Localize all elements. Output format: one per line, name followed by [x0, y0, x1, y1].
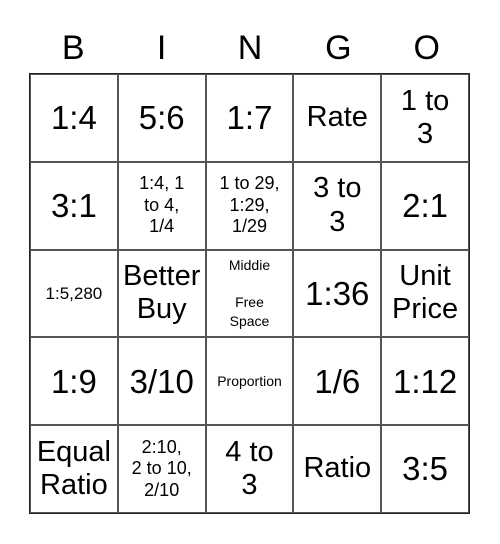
bingo-cell[interactable]: 1:12: [381, 337, 469, 426]
bingo-cell[interactable]: Ratio: [293, 425, 382, 513]
bingo-cell[interactable]: 5:6: [117, 74, 206, 162]
free-space-cell[interactable]: Middie Free Space: [205, 249, 294, 338]
bingo-cell[interactable]: 3:5: [381, 425, 469, 513]
bingo-cell[interactable]: 4 to 3: [205, 425, 294, 513]
bingo-header: B I N G O: [29, 26, 471, 70]
bingo-cell[interactable]: 1:36: [293, 249, 382, 338]
bingo-cell[interactable]: Better Buy: [117, 249, 206, 338]
bingo-cell[interactable]: 1:7: [205, 74, 294, 162]
bingo-cell[interactable]: Unit Price: [381, 249, 469, 338]
bingo-cell[interactable]: 1:5,280: [30, 249, 118, 338]
bingo-cell[interactable]: 1 to 3: [381, 74, 469, 162]
bingo-cell[interactable]: 3 to 3: [293, 161, 382, 250]
bingo-cell[interactable]: 2:1: [381, 161, 469, 250]
header-letter-n: N: [237, 29, 263, 67]
bingo-grid: 1:4 5:6 1:7 Rate 1 to 3 3:1 1:4, 1 to 4, 1/4 1 …: [29, 73, 470, 514]
bingo-cell[interactable]: 1/6: [293, 337, 382, 426]
header-letter-o: O: [413, 29, 440, 67]
header-letter-g: G: [325, 29, 352, 67]
bingo-cell[interactable]: 2:10, 2 to 10, 2/10: [117, 425, 206, 513]
bingo-cell[interactable]: 3:1: [30, 161, 118, 250]
bingo-cell[interactable]: 1:4: [30, 74, 118, 162]
bingo-cell[interactable]: 1 to 29, 1:29, 1/29: [205, 161, 294, 250]
bingo-cell[interactable]: 3/10: [117, 337, 206, 426]
bingo-cell[interactable]: 1:9: [30, 337, 118, 426]
header-letter-b: B: [61, 29, 85, 67]
bingo-cell[interactable]: 1:4, 1 to 4, 1/4: [117, 161, 206, 250]
bingo-cell[interactable]: Equal Ratio: [30, 425, 118, 513]
header-letter-i: I: [156, 29, 167, 67]
bingo-cell[interactable]: Proportion: [205, 337, 294, 426]
bingo-cell[interactable]: Rate: [293, 74, 382, 162]
